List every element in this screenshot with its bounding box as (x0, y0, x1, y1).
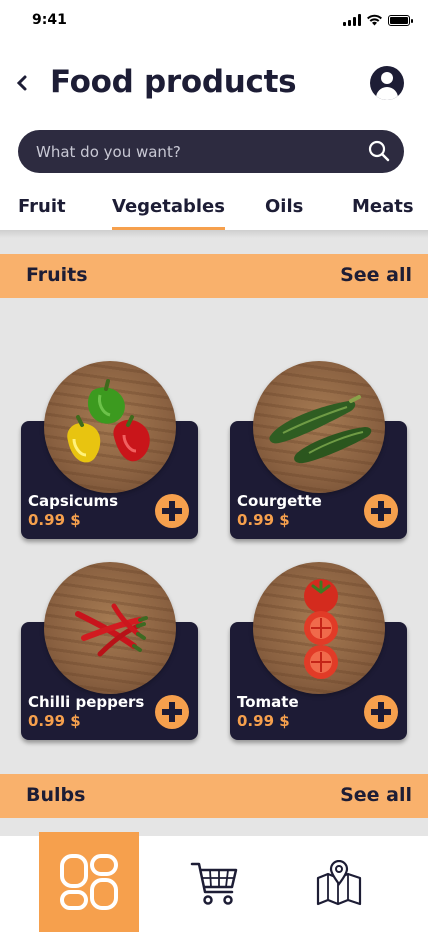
user-circle-icon (381, 72, 393, 84)
page-title: Food products (50, 64, 297, 100)
capsicums-image (44, 361, 176, 493)
see-all-link[interactable]: See all (340, 784, 412, 806)
add-to-cart-button[interactable] (364, 494, 398, 528)
chevron-left-icon (16, 75, 27, 91)
section-title: Fruits (26, 264, 88, 286)
status-icons (343, 14, 413, 26)
see-all-link[interactable]: See all (340, 264, 412, 286)
bottom-nav (0, 832, 428, 932)
nav-map-button[interactable] (314, 859, 364, 908)
nav-cart-button[interactable] (190, 860, 240, 908)
user-body-shape (376, 87, 398, 100)
add-to-cart-button[interactable] (364, 695, 398, 729)
section-header-bulbs: Bulbs See all (0, 774, 428, 818)
product-price: 0.99 $ (28, 511, 81, 529)
product-price: 0.99 $ (237, 511, 290, 529)
section-header-fruits: Fruits See all (0, 254, 428, 298)
add-to-cart-button[interactable] (155, 695, 189, 729)
tab-oils[interactable]: Oils (265, 196, 303, 230)
category-tabs: Fruit Vegetables Oils Meats (0, 196, 428, 230)
tab-vegetables[interactable]: Vegetables (112, 196, 225, 230)
search-icon[interactable] (368, 140, 390, 162)
tab-meats[interactable]: Meats (352, 196, 414, 230)
search-input[interactable] (36, 130, 356, 173)
courgette-image (253, 361, 385, 493)
tabs-shadow (0, 230, 428, 238)
product-price: 0.99 $ (28, 712, 81, 730)
shopping-cart-icon (190, 862, 238, 905)
product-name: Courgette (237, 492, 322, 510)
section-title: Bulbs (26, 784, 86, 806)
search-bar (18, 130, 404, 173)
product-price: 0.99 $ (237, 712, 290, 730)
map-pin-icon (316, 859, 362, 906)
product-name: Chilli peppers (28, 693, 145, 711)
add-to-cart-button[interactable] (155, 494, 189, 528)
status-bar: 9:41 (0, 0, 428, 44)
account-button[interactable] (370, 66, 404, 100)
product-name: Tomate (237, 693, 299, 711)
chilli-peppers-image (44, 562, 176, 694)
wifi-icon (367, 14, 382, 26)
tab-fruit[interactable]: Fruit (18, 196, 66, 230)
tomate-image (253, 562, 385, 694)
battery-icon (388, 14, 413, 26)
signal-icon (343, 14, 361, 26)
back-button[interactable] (12, 68, 36, 98)
header: Food products (0, 56, 428, 112)
status-time: 9:41 (32, 12, 67, 28)
product-list[interactable]: Fruits See all Capsicums 0.99 $ Courgett… (0, 230, 428, 836)
product-name: Capsicums (28, 492, 119, 510)
grid-home-icon (60, 854, 118, 910)
nav-home-button[interactable] (39, 832, 139, 932)
